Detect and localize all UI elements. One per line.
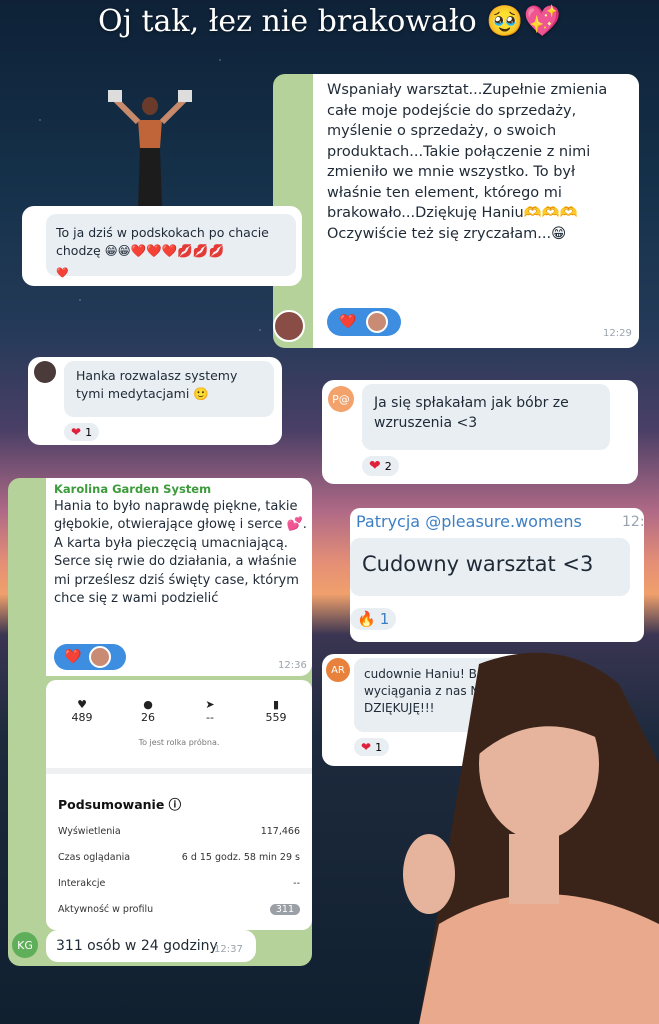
summary-row: Interakcje --: [58, 878, 300, 889]
heart-icon: ❤: [369, 458, 381, 474]
likes-stat: ♥ 489: [62, 698, 102, 724]
sender-avatar: [273, 310, 305, 342]
message-text: Cudowny warsztat <3: [362, 552, 594, 576]
comment-icon: ●: [143, 698, 153, 711]
reaction-badge[interactable]: 🔥 1: [350, 608, 397, 630]
shares-stat: ➤ --: [190, 698, 230, 724]
message-card-jump: To ja dziś w podskokach po chacie chodzę…: [22, 206, 302, 286]
woman-portrait-image: [403, 652, 659, 1024]
divider: [46, 768, 312, 774]
heart-icon: ❤️: [64, 649, 82, 665]
avatar: [366, 311, 389, 333]
fire-icon: 🔥: [357, 610, 376, 628]
heart-icon: ❤: [71, 425, 82, 439]
message-time: 12:36: [278, 660, 307, 671]
heart-icon: ♥: [77, 698, 87, 711]
insights-screenshot: ♥ 489 ● 26 ➤ -- ▮ 559 To jest rolka próbna. …: [46, 680, 312, 930]
message-card-hanka: Hanka rozwalasz systemy tymi medytacjami…: [28, 357, 282, 445]
reaction-badge[interactable]: ❤️: [327, 308, 401, 336]
saves-stat: ▮ 559: [256, 698, 296, 724]
sender-name: Karolina Garden System: [54, 482, 212, 496]
reaction-badge[interactable]: ❤ 1: [64, 423, 100, 441]
avatar: [89, 646, 112, 668]
message-text: To ja dziś w podskokach po chacie chodzę…: [56, 225, 269, 258]
summary-row: Czas oglądania 6 d 15 godz. 58 min 29 s: [58, 852, 300, 863]
message-card-workshop: Wspaniały warsztat...Zupełnie zmienia ca…: [273, 74, 639, 348]
summary-title: Podsumowanie ⓘ: [58, 797, 182, 812]
info-icon: ⓘ: [168, 797, 182, 812]
message-card-karolina: Karolina Garden System Hania to było nap…: [8, 478, 312, 966]
message-text: Hania to było naprawdę piękne, takie głę…: [54, 499, 307, 607]
sender-avatar: P@: [328, 386, 354, 412]
message-time: 12:: [622, 514, 645, 530]
message-card-patrycja: Patrycja @pleasure.womens 12: Cudowny wa…: [350, 508, 645, 642]
heart-icon: ❤️: [339, 314, 357, 330]
reaction-badge[interactable]: ❤️: [54, 644, 126, 670]
message-time: 12:37: [214, 944, 243, 955]
dancing-woman-image: [108, 90, 192, 208]
message-text: 311 osób w 24 godziny: [56, 938, 218, 954]
message-text: Ja się spłakałam jak bóbr ze wzruszenia …: [374, 395, 569, 431]
bookmark-icon: ▮: [272, 698, 280, 711]
summary-row: Wyświetlenia 117,466: [58, 826, 300, 837]
send-icon: ➤: [205, 698, 215, 711]
trial-reel-note: To jest rolka próbna.: [138, 738, 220, 747]
reaction-badge[interactable]: ❤ 2: [362, 456, 399, 476]
story-title: Oj tak, łez nie brakowało 🥹💖: [98, 4, 561, 39]
heart-icon: ❤️: [56, 268, 69, 279]
message-card-bobr: P@ Ja się spłakałam jak bóbr ze wzruszen…: [322, 380, 638, 484]
sender-avatar: KG: [12, 932, 38, 958]
sender-avatar: [34, 361, 56, 383]
message-time: 12:29: [603, 328, 632, 339]
sender-name: Patrycja @pleasure.womens: [356, 512, 582, 531]
comments-stat: ● 26: [128, 698, 168, 724]
message-text: Wspaniały warsztat...Zupełnie zmienia ca…: [327, 82, 608, 243]
message-text: Hanka rozwalasz systemy tymi medytacjami…: [76, 368, 238, 401]
sender-avatar: AR: [326, 658, 350, 682]
summary-row: Aktywność w profilu 311: [58, 904, 300, 915]
